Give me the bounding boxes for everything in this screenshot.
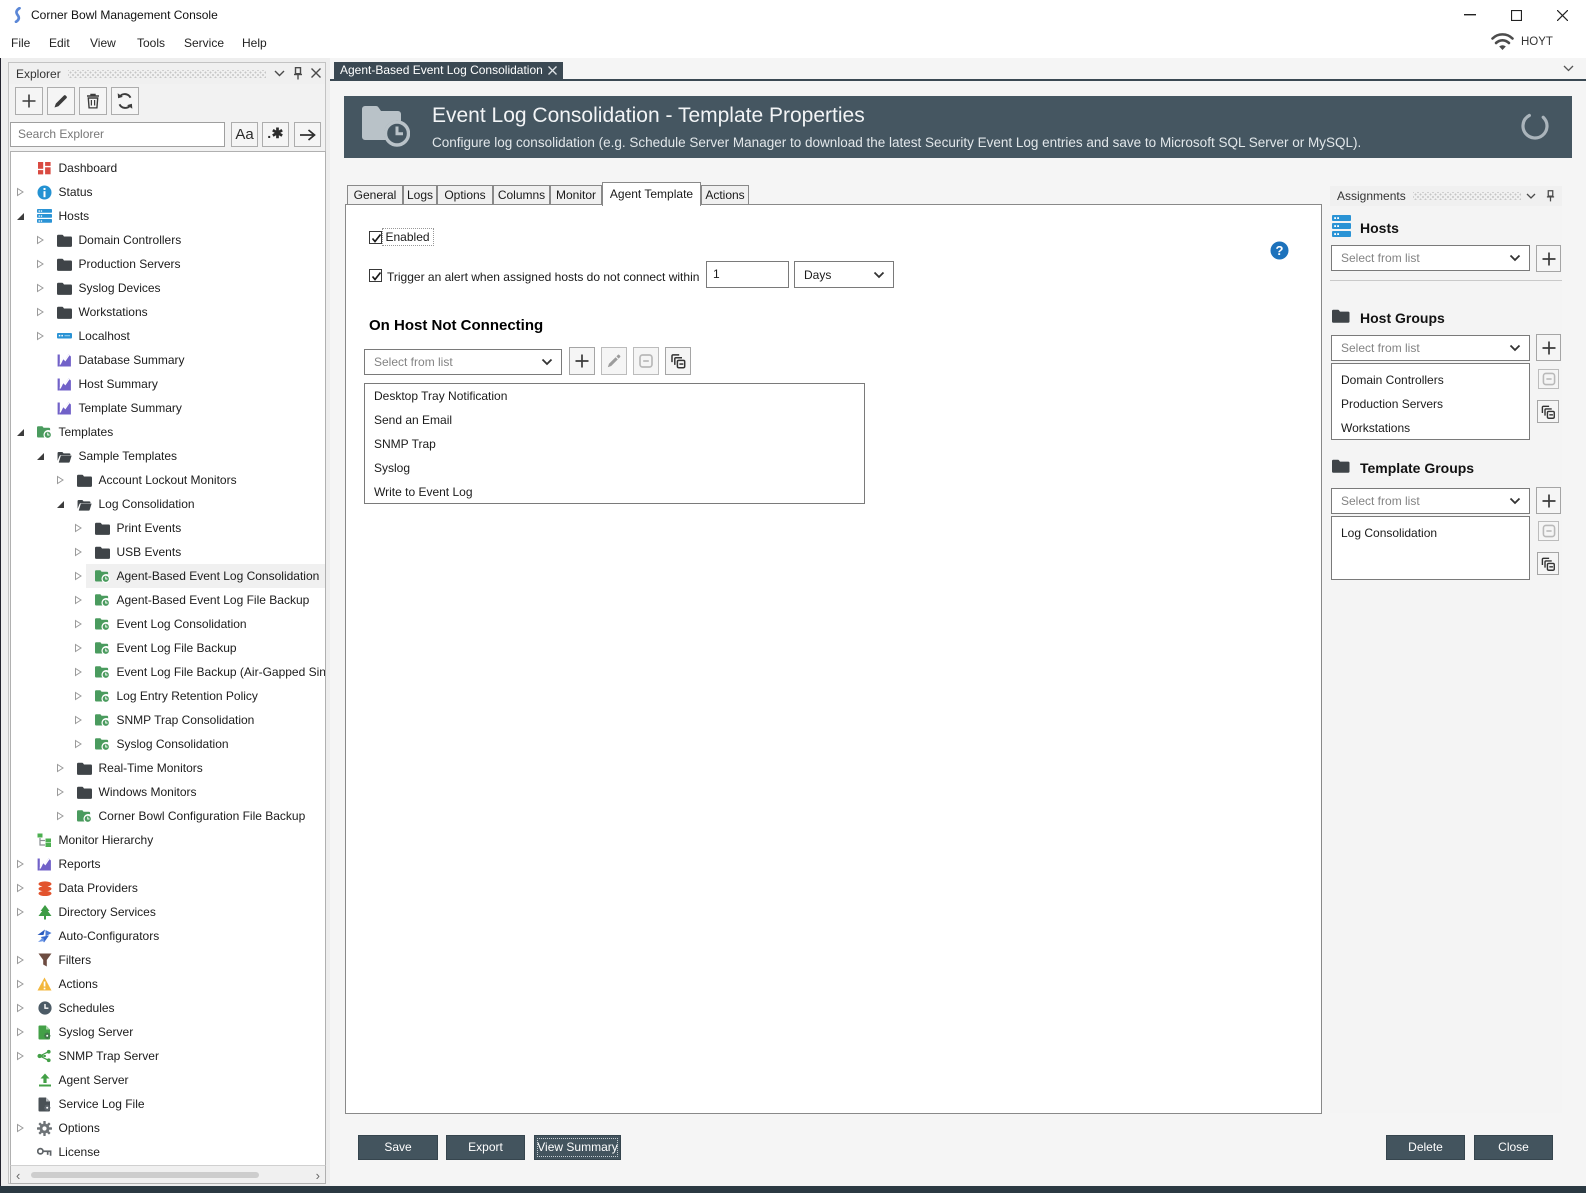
svg-text:?: ? [1276, 243, 1284, 258]
